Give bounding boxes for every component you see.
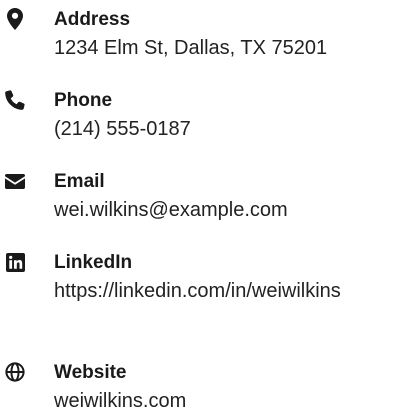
contact-item-text: Phone (214) 555-0187 — [54, 89, 354, 144]
address-value: 1234 Elm St, Dallas, TX 75201 — [54, 37, 328, 59]
linkedin-label: LinkedIn — [54, 252, 133, 273]
contact-item-text: Website weiwilkins.com — [54, 361, 354, 416]
envelope-icon — [0, 170, 30, 192]
email-value: wei.wilkins@example.com — [54, 199, 288, 221]
linkedin-value: https://linkedin.com/in/weiwilkins — [54, 280, 341, 302]
website-label: Website — [54, 362, 127, 383]
email-label: Email — [54, 171, 105, 192]
phone-icon — [0, 89, 30, 111]
contact-item-text: Address 1234 Elm St, Dallas, TX 75201 — [54, 8, 354, 63]
contact-item-text: LinkedIn https://linkedin.com/in/weiwilk… — [54, 251, 354, 306]
linkedin-icon — [0, 251, 30, 273]
address-label: Address — [54, 9, 131, 30]
map-marker-icon — [0, 8, 30, 30]
website-value: weiwilkins.com — [54, 390, 187, 412]
phone-label: Phone — [54, 90, 113, 111]
phone-value: (214) 555-0187 — [54, 118, 191, 140]
globe-icon — [0, 361, 30, 383]
contact-item-text: Email wei.wilkins@example.com — [54, 170, 354, 225]
